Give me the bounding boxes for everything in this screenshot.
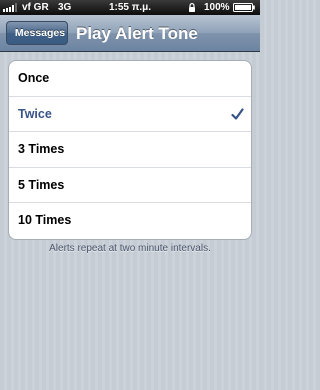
- battery-percent: 100%: [204, 2, 230, 13]
- page-title: Play Alert Tone: [76, 24, 198, 43]
- option-label: 3 Times: [18, 142, 65, 157]
- footer-note: Alerts repeat at two minute intervals.: [49, 243, 211, 254]
- battery-icon: [233, 3, 255, 12]
- option-3-times[interactable]: 3 Times: [9, 132, 251, 168]
- checkmark-icon: [231, 107, 244, 120]
- lock-icon: [189, 3, 195, 12]
- option-label: 5 Times: [18, 177, 65, 192]
- back-button-label: Messages: [14, 27, 66, 39]
- option-twice[interactable]: Twice: [9, 97, 251, 133]
- option-once[interactable]: Once: [9, 61, 251, 97]
- option-10-times[interactable]: 10 Times: [9, 203, 251, 239]
- alert-tone-options: Once Twice 3 Times 5 Times 10 Times: [8, 60, 252, 240]
- status-bar: vf GR 3G 1:55 π.μ. 100%: [0, 0, 260, 15]
- option-label: 10 Times: [18, 213, 72, 228]
- option-label: Once: [18, 71, 50, 85]
- option-5-times[interactable]: 5 Times: [9, 168, 251, 204]
- back-button[interactable]: Messages: [6, 21, 68, 45]
- navigation-bar: Messages Play Alert Tone: [0, 15, 260, 52]
- option-label: Twice: [18, 106, 52, 121]
